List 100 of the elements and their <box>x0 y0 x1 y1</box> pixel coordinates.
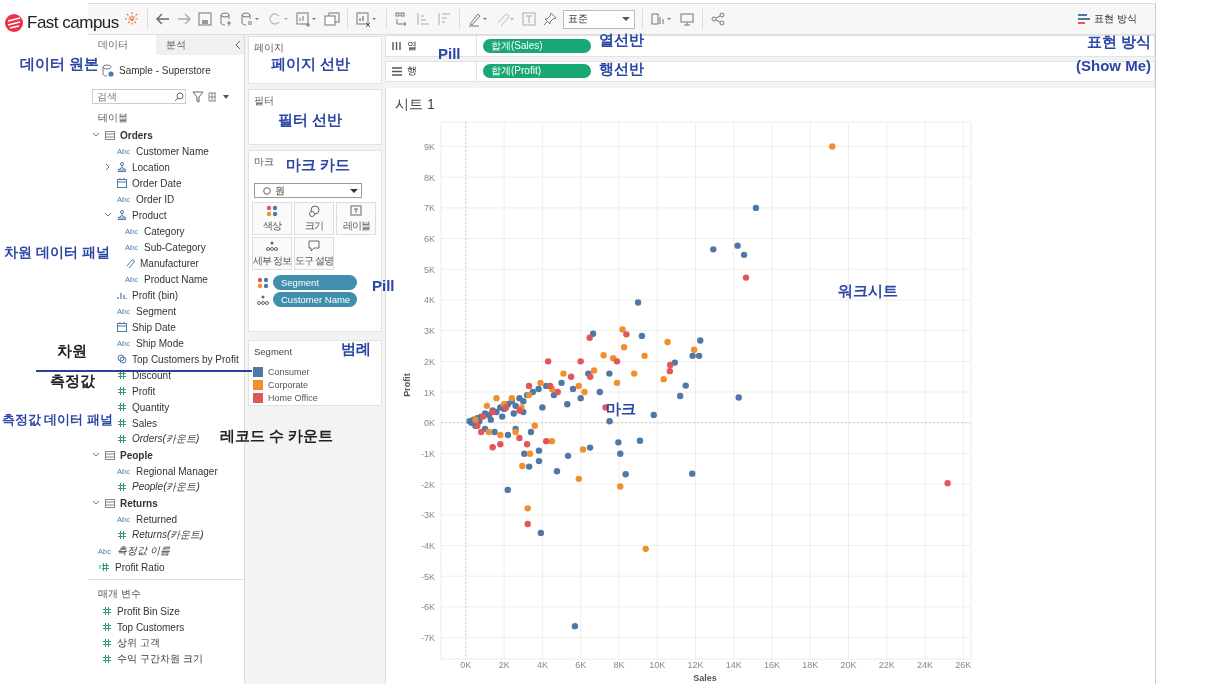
axis-tick-label: 0K <box>424 418 435 429</box>
field-name[interactable]: 측정값 이름 <box>117 544 170 558</box>
shelf-label: 행 <box>407 64 417 79</box>
annotation-label: 마크 카드 <box>286 156 351 175</box>
axis-tick-label: 24K <box>917 660 934 670</box>
axis-tick-label: -7K <box>421 633 435 643</box>
axis-tick-label: 22K <box>878 660 895 670</box>
axis-tick-label: 16K <box>764 660 780 670</box>
axis-tick-label: 2K <box>498 660 510 670</box>
axis-tick-label: -5K <box>421 571 435 582</box>
mark-type-dropdown[interactable]: 원 <box>254 183 362 198</box>
field-pill[interactable]: Customer Name <box>273 292 357 307</box>
axis-tick-label: 26K <box>955 660 972 670</box>
annotation-label: Pill <box>372 277 395 294</box>
field-name[interactable]: Ship Date <box>132 321 176 333</box>
card-title: 필터 <box>253 94 275 108</box>
field-name[interactable]: Top Customers by Profit <box>132 353 239 365</box>
axis-tick-label: 3K <box>424 326 435 337</box>
field-name[interactable]: Orders(카운트) <box>132 432 200 446</box>
mark-property-button[interactable]: 레이블 <box>336 202 376 235</box>
table-name[interactable]: People <box>120 449 153 461</box>
table-name[interactable]: Orders <box>120 129 153 141</box>
axis-tick-label: 9K <box>424 142 435 153</box>
table-name[interactable]: Returns <box>120 497 158 509</box>
field-name[interactable]: Order ID <box>136 193 175 205</box>
field-name[interactable]: Profit (bin) <box>132 289 179 301</box>
axis-tick-label: 0K <box>460 660 472 670</box>
axis-tick-label: 20K <box>840 660 857 670</box>
annotation-label: 표현 방식 <box>1087 33 1152 52</box>
show-me-button[interactable]: 표현 방식 <box>1074 10 1141 28</box>
axis-tick-label: -6K <box>421 602 435 613</box>
annotation-label: (Show Me) <box>1076 57 1151 74</box>
field-name[interactable]: Sub-Category <box>144 241 206 253</box>
annotation-label: 차원 <box>57 342 87 361</box>
field-name[interactable]: Manufacturer <box>140 257 199 269</box>
field-name[interactable]: People(카운트) <box>132 480 200 494</box>
field-name[interactable]: Profit Ratio <box>115 561 165 573</box>
axis-tick-label: 14K <box>725 660 742 670</box>
axis-tick-label: 8K <box>613 660 625 670</box>
axis-tick-label: -3K <box>421 510 435 521</box>
section-label: 테이블 <box>98 111 128 125</box>
axis-tick-label: -1K <box>421 448 435 459</box>
mark-property-button[interactable]: 크기 <box>294 202 334 235</box>
axis-tick-label: 10K <box>649 660 666 670</box>
parameter-name[interactable]: Top Customers <box>117 621 185 633</box>
field-name[interactable]: Regional Manager <box>136 465 218 477</box>
field-name[interactable]: Profit <box>132 385 156 397</box>
axis-tick-label: 5K <box>424 264 435 275</box>
annotation-label: 차원 데이터 패널 <box>4 244 110 262</box>
annotation-label: 필터 선반 <box>278 111 343 130</box>
legend-title: Segment <box>253 345 294 359</box>
axis-tick-label: 4K <box>424 295 435 306</box>
mark-property-button[interactable]: 도구 설명 <box>294 237 334 270</box>
axis-tick-label: 7K <box>424 203 435 214</box>
annotation-label: 레코드 수 카운트 <box>220 427 334 446</box>
search-field[interactable]: 검색 <box>92 89 186 104</box>
axis-tick-label: 12K <box>687 660 704 670</box>
legend-label: Corporate <box>268 380 309 390</box>
annotation-label: 열선반 <box>599 31 644 50</box>
annotation-label: 측정값 데이터 패널 <box>2 412 113 429</box>
field-name[interactable]: Category <box>144 225 185 237</box>
field-name[interactable]: Product <box>132 209 167 221</box>
data-source-name[interactable]: Sample - Superstore <box>119 64 211 76</box>
axis-title: Profit <box>402 373 412 397</box>
axis-tick-label: -4K <box>421 540 435 551</box>
axis-tick-label: 2K <box>424 356 435 367</box>
field-name[interactable]: Quantity <box>132 401 170 413</box>
field-name[interactable]: Segment <box>136 305 177 317</box>
logo-text: Fast campus <box>27 13 119 33</box>
field-name[interactable]: Sales <box>132 417 157 429</box>
parameter-name[interactable]: 수익 구간차원 크기 <box>117 652 203 666</box>
field-name[interactable]: Ship Mode <box>136 337 184 349</box>
field-name[interactable]: Customer Name <box>136 145 209 157</box>
axis-tick-label: -2K <box>421 479 435 490</box>
field-name[interactable]: Location <box>132 161 170 173</box>
section-label: 매개 변수 <box>98 587 141 601</box>
legend-label: Consumer <box>268 366 310 377</box>
shelf-label: 열 <box>407 38 417 53</box>
field-name[interactable]: Returns(카운트) <box>132 528 204 542</box>
axis-tick-label: 18K <box>802 660 819 670</box>
sheet-title: 시트 1 <box>395 96 435 114</box>
pane-tab[interactable]: 데이터 <box>88 35 156 55</box>
field-pill[interactable]: Segment <box>273 275 357 290</box>
mark-property-button[interactable]: 세부 정보 <box>252 237 292 270</box>
axis-tick-label: 8K <box>424 172 435 183</box>
axis-tick-label: 6K <box>575 660 587 670</box>
mark-property-button[interactable]: 색상 <box>252 202 292 235</box>
parameter-name[interactable]: Profit Bin Size <box>117 605 180 617</box>
annotation-label: 측정값 <box>50 372 95 391</box>
annotation-label: 워크시트 <box>838 282 898 301</box>
fit-dropdown[interactable]: 표준 <box>563 9 635 29</box>
annotation-label: 행선반 <box>599 60 644 79</box>
axis-tick-label: 6K <box>424 234 435 245</box>
field-name[interactable]: Returned <box>136 513 178 525</box>
field-name[interactable]: Order Date <box>132 177 182 189</box>
parameter-name[interactable]: 상위 고객 <box>117 636 160 650</box>
card-title: 페이지 <box>253 41 285 55</box>
field-name[interactable]: Product Name <box>144 273 208 285</box>
annotation-label: 페이지 선반 <box>271 55 351 74</box>
annotation-label: 범례 <box>341 340 371 359</box>
